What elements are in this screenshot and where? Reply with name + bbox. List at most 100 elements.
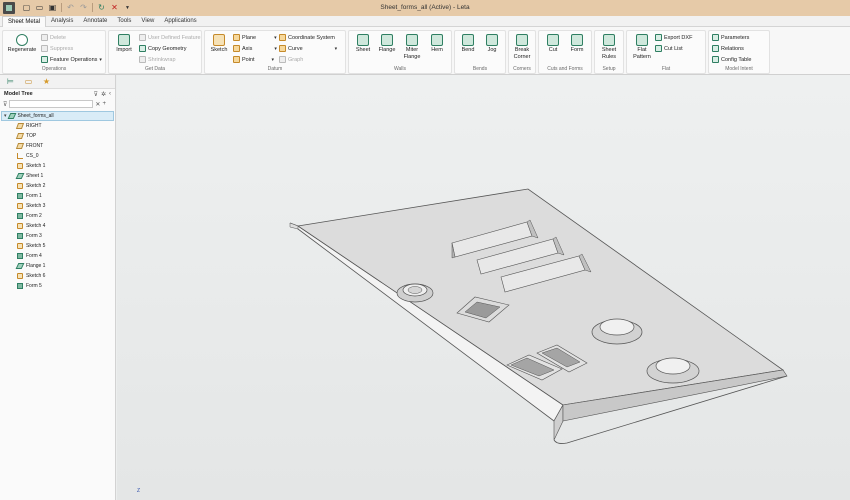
delete-label: Delete [50, 34, 66, 41]
filter-funnel-icon: ⊽ [3, 101, 8, 108]
bend-label: Bend [461, 47, 475, 53]
coordinate-system-icon [17, 153, 23, 159]
group-label: Cuts and Forms [547, 66, 583, 72]
form-button[interactable]: Form [566, 34, 588, 54]
tree-item-sketch6[interactable]: Sketch 6 [0, 271, 115, 281]
sketch-icon [17, 273, 23, 279]
bend-button[interactable]: Bend [457, 34, 479, 54]
jog-icon [486, 34, 498, 46]
tree-item-sketch1[interactable]: Sketch 1 [0, 161, 115, 171]
cut-icon [547, 34, 559, 46]
tree-item-sketch2[interactable]: Sketch 2 [0, 181, 115, 191]
tree-item-sketch4[interactable]: Sketch 4 [0, 221, 115, 231]
graph-button[interactable]: Graph [279, 56, 303, 63]
break-corner-button[interactable]: Break Corner [510, 34, 534, 60]
tab-applications[interactable]: Applications [159, 16, 201, 27]
tree-item-sheet1[interactable]: Sheet 1 [0, 171, 115, 181]
jog-label: Jog [487, 47, 497, 53]
tree-item-form1[interactable]: Form 1 [0, 191, 115, 201]
sketch-button[interactable]: Sketch [208, 34, 230, 54]
graphics-viewport[interactable] [117, 75, 850, 500]
add-filter-icon[interactable]: + [102, 101, 106, 107]
expand-caret-icon[interactable]: ▾ [4, 113, 7, 119]
favorites-star-icon[interactable]: ★ [42, 77, 51, 86]
regenerate-button[interactable]: Regenerate [7, 34, 37, 54]
model-tree-header: Model Tree ⊽ ✲ ‹ [0, 89, 115, 99]
curve-icon [279, 45, 286, 52]
tree-item-sketch3[interactable]: Sketch 3 [0, 201, 115, 211]
sketch-icon [17, 183, 23, 189]
shrinkwrap-icon [139, 56, 146, 63]
tree-search-input[interactable] [9, 100, 94, 108]
coordinate-system-icon [279, 34, 286, 41]
parameters-button[interactable]: Parameters [712, 34, 749, 41]
tree-item-right[interactable]: RIGHT [0, 121, 115, 131]
flange-label: Flange [378, 47, 396, 53]
tree-item-label: FRONT [26, 143, 44, 149]
export-dxf-button[interactable]: Export DXF [655, 34, 692, 41]
collapse-panel-icon[interactable]: ‹ [109, 91, 111, 98]
settings-icon[interactable]: ✲ [101, 91, 106, 98]
jog-button[interactable]: Jog [481, 34, 503, 54]
feature-operations-button[interactable]: Feature Operations ▾ [41, 56, 102, 63]
tree-item-top[interactable]: TOP [0, 131, 115, 141]
user-defined-feature-button[interactable]: User Defined Feature [139, 34, 201, 41]
tree-item-cs0[interactable]: CS_0 [0, 151, 115, 161]
group-label: Bends [472, 66, 488, 72]
plane-button[interactable]: Plane ▾ [233, 34, 277, 41]
suppress-icon [41, 45, 48, 52]
model-tree-tab-icon[interactable]: ⊨ [6, 77, 15, 86]
coordinate-system-label: Coordinate System [288, 34, 335, 41]
group-get-data: Import User Defined Feature Copy Geometr… [108, 30, 202, 74]
sheet-button[interactable]: Sheet [352, 34, 374, 54]
tree-item-label: Form 2 [26, 213, 42, 219]
tree-item-front[interactable]: FRONT [0, 141, 115, 151]
coordinate-system-button[interactable]: Coordinate System [279, 34, 335, 41]
tree-item-flange1[interactable]: Flange 1 [0, 261, 115, 271]
curve-button[interactable]: Curve ▾ [279, 45, 337, 52]
model-tree-panel: ⊨ ▭ ★ Model Tree ⊽ ✲ ‹ ⊽ ✕ + ▾ Sheet_for… [0, 75, 116, 500]
tree-item-sketch5[interactable]: Sketch 5 [0, 241, 115, 251]
sketch-label: Sketch [210, 47, 228, 53]
cut-button[interactable]: Cut [542, 34, 564, 54]
sheet-metal-model[interactable] [117, 75, 850, 500]
group-cuts-forms: Cut Form Cuts and Forms [538, 30, 592, 74]
emboss-hole-left [407, 286, 423, 294]
delete-button[interactable]: Delete [41, 34, 66, 41]
tree-item-form4[interactable]: Form 4 [0, 251, 115, 261]
tab-tools[interactable]: Tools [112, 16, 136, 27]
hem-button[interactable]: Hem [426, 34, 448, 54]
tree-item-label: Sketch 3 [26, 203, 46, 209]
clear-filter-icon[interactable]: ✕ [95, 101, 100, 108]
cut-list-button[interactable]: Cut List [655, 45, 683, 52]
tab-view[interactable]: View [136, 16, 159, 27]
axis-button[interactable]: Axis ▾ [233, 45, 277, 52]
tab-analysis[interactable]: Analysis [46, 16, 78, 27]
flat-pattern-button[interactable]: Flat Pattern [630, 34, 654, 60]
filter-icon[interactable]: ⊽ [94, 91, 98, 98]
sheet-rules-button[interactable]: Sheet Rules [598, 34, 620, 60]
tree-item-form3[interactable]: Form 3 [0, 231, 115, 241]
relations-button[interactable]: Relations [712, 45, 744, 52]
sheet-label: Sheet [355, 47, 371, 53]
flat-pattern-icon [636, 34, 648, 46]
tree-item-form5[interactable]: Form 5 [0, 281, 115, 291]
miter-flange-button[interactable]: Miter Flange [400, 34, 424, 60]
cut-label: Cut [548, 47, 558, 53]
import-button[interactable]: Import [112, 34, 136, 54]
tab-sheet-metal[interactable]: Sheet Metal [2, 16, 47, 27]
folder-tab-icon[interactable]: ▭ [24, 77, 33, 86]
tree-item-form2[interactable]: Form 2 [0, 211, 115, 221]
copy-geometry-button[interactable]: Copy Geometry [139, 45, 187, 52]
point-button[interactable]: Point ▾ [233, 56, 274, 63]
suppress-button[interactable]: Suppress [41, 45, 73, 52]
group-label: Datum [267, 66, 283, 72]
flange-button[interactable]: Flange [376, 34, 398, 54]
parameters-icon [712, 34, 719, 41]
config-table-button[interactable]: Config Table [712, 56, 751, 63]
tree-root[interactable]: ▾ Sheet_forms_all [1, 111, 114, 121]
shrinkwrap-button[interactable]: Shrinkwrap [139, 56, 176, 63]
plane-icon [233, 34, 240, 41]
tab-annotate[interactable]: Annotate [78, 16, 112, 27]
tree-item-label: Sketch 6 [26, 273, 46, 279]
